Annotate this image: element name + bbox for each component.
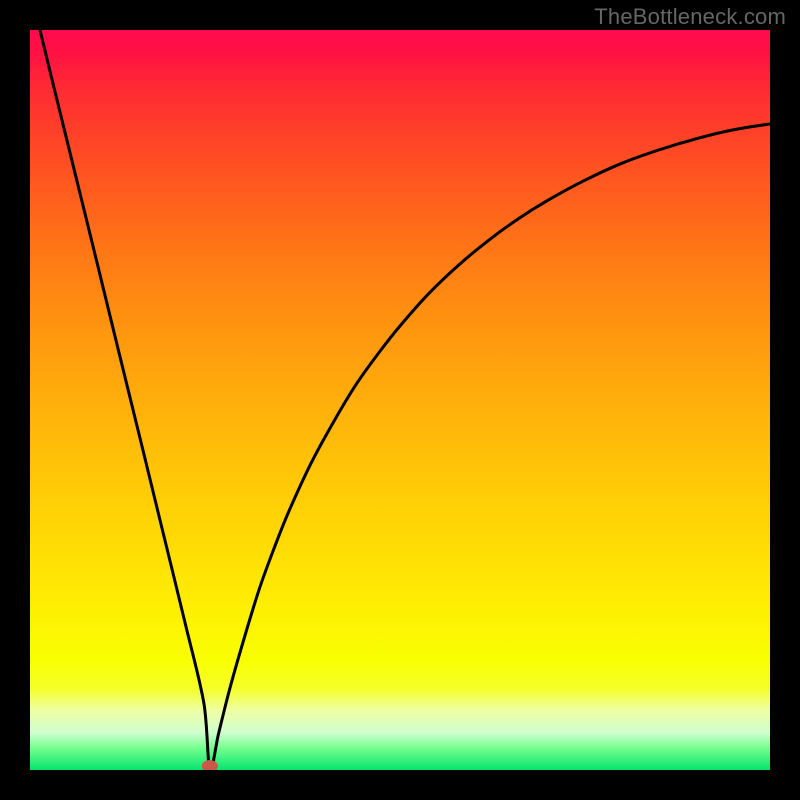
minimum-marker — [202, 760, 218, 770]
chart-svg — [30, 30, 770, 770]
watermark-label: TheBottleneck.com — [594, 4, 786, 30]
plot-area — [30, 30, 770, 770]
bottleneck-curve — [40, 30, 770, 770]
chart-container: TheBottleneck.com — [0, 0, 800, 800]
